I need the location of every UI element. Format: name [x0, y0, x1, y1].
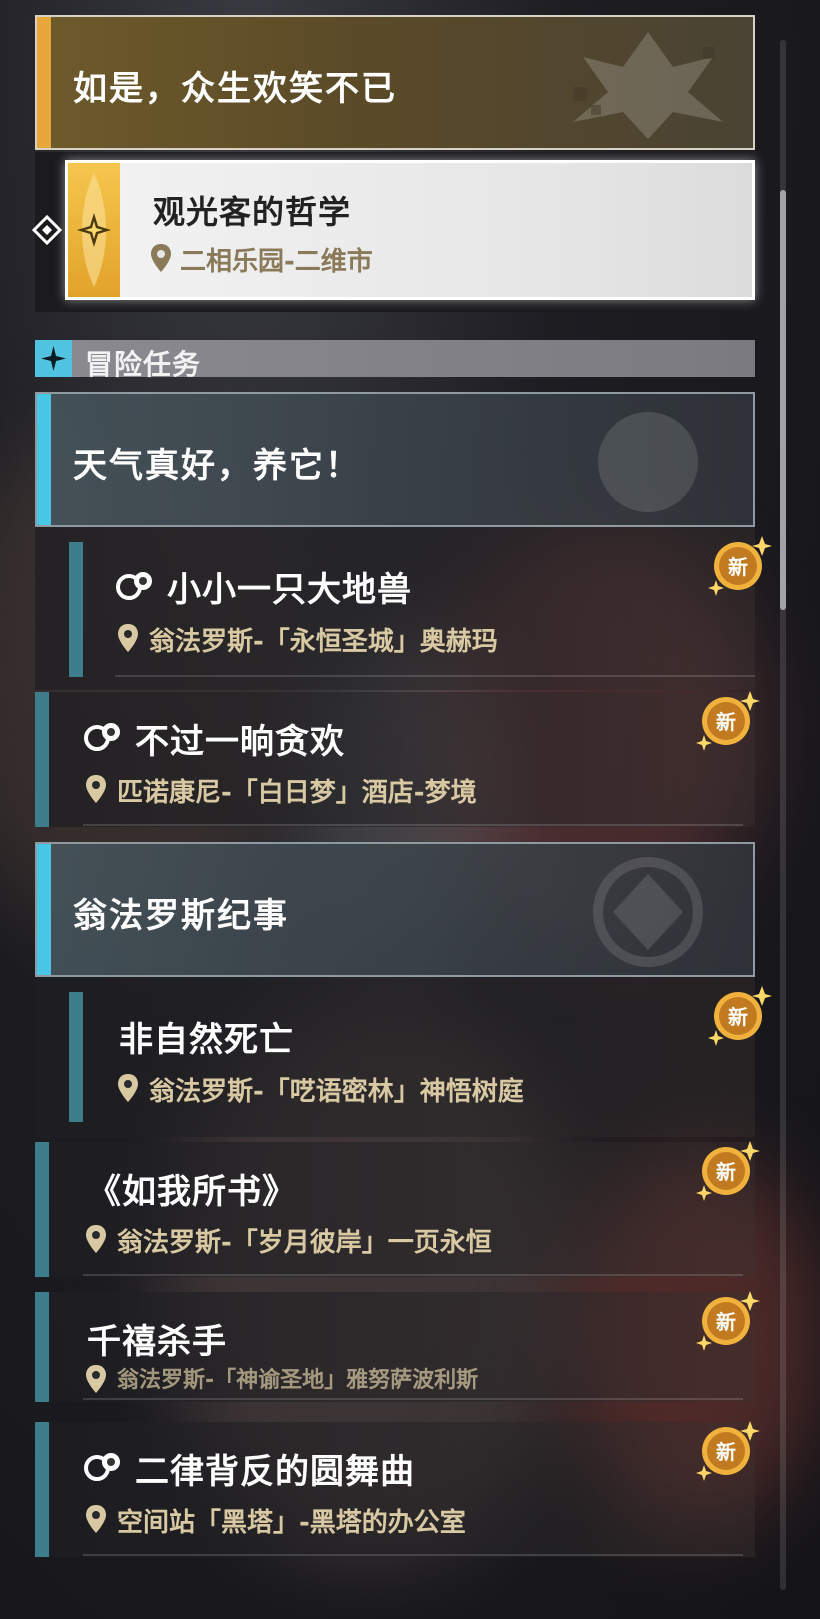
divider — [115, 675, 755, 677]
new-badge-icon: 新 — [708, 986, 772, 1046]
location-pin-icon — [86, 775, 106, 803]
quest-accent-bar — [35, 1422, 49, 1557]
gold-accent-bar — [37, 17, 51, 148]
category-header[interactable]: 天气真好，养它！ — [35, 392, 755, 527]
quest-item[interactable]: 不过一晌贪欢 匹诺康尼-「白日梦」酒店-梦境 — [35, 692, 755, 827]
selected-quest-title: 观光客的哲学 — [153, 193, 352, 231]
quest-accent-bar — [69, 992, 83, 1122]
four-point-star-icon — [41, 346, 66, 371]
category-header[interactable]: 翁法罗斯纪事 — [35, 842, 755, 977]
badge-label: 新 — [716, 710, 736, 734]
cyan-accent-bar — [37, 844, 51, 975]
quest-item[interactable]: 二律背反的圆舞曲 空间站「黑塔」-黑塔的办公室 — [35, 1422, 755, 1557]
badge-label: 新 — [716, 1310, 736, 1334]
quest-location: 翁法罗斯-「永恒圣城」奥赫玛 — [149, 627, 498, 657]
selection-pointer-icon — [31, 214, 63, 246]
quest-accent-bar — [35, 1142, 49, 1277]
selected-quest-row[interactable]: 观光客的哲学 二相乐园-二维市 — [31, 152, 755, 312]
trailblaze-icon — [84, 1453, 120, 1481]
quest-title: 《如我所书》 — [87, 1172, 297, 1212]
quest-location: 翁法罗斯-「呓语密林」神悟树庭 — [149, 1077, 524, 1107]
location-pin-icon — [118, 624, 138, 652]
quest-item[interactable]: 千禧杀手 翁法罗斯-「神谕圣地」雅努萨波利斯 — [35, 1292, 755, 1402]
divider — [83, 1398, 743, 1400]
quest-accent-bar — [35, 692, 49, 827]
section-label: 冒险任务 — [85, 348, 202, 381]
scrollbar-thumb[interactable] — [780, 190, 786, 610]
section-icon-box — [35, 340, 72, 377]
quest-item[interactable]: 小小一只大地兽 翁法罗斯-「永恒圣城」奥赫玛 — [35, 527, 755, 690]
new-badge-icon: 新 — [696, 1291, 760, 1351]
current-group-header[interactable]: 如是，众生欢笑不已 — [35, 15, 755, 150]
category-title: 翁法罗斯纪事 — [73, 896, 289, 936]
section-header-adventure: 冒险任务 — [35, 340, 755, 381]
emblem-icon — [598, 412, 698, 512]
quest-item[interactable]: 《如我所书》 翁法罗斯-「岁月彼岸」一页永恒 — [35, 1142, 755, 1277]
quest-title: 不过一晌贪欢 — [135, 722, 345, 762]
quest-location: 匹诺康尼-「白日梦」酒店-梦境 — [117, 778, 477, 808]
quest-accent-bar — [35, 1292, 49, 1402]
badge-label: 新 — [716, 1160, 736, 1184]
group-title: 如是，众生欢笑不已 — [73, 69, 397, 109]
location-pin-icon — [86, 1225, 106, 1253]
cyan-accent-bar — [37, 394, 51, 525]
badge-label: 新 — [728, 555, 748, 579]
emblem-icon — [573, 32, 723, 139]
trailblaze-icon — [84, 723, 120, 751]
divider — [83, 1274, 743, 1276]
quest-location: 翁法罗斯-「岁月彼岸」一页永恒 — [117, 1228, 492, 1258]
location-pin-icon — [86, 1505, 106, 1533]
new-badge-icon: 新 — [696, 691, 760, 751]
quest-location: 空间站「黑塔」-黑塔的办公室 — [117, 1508, 466, 1538]
quest-item[interactable]: 非自然死亡 翁法罗斯-「呓语密林」神悟树庭 — [35, 977, 755, 1137]
divider — [83, 824, 743, 826]
divider — [83, 1554, 743, 1556]
location-pin-icon — [86, 1365, 106, 1393]
golden-star-icon — [77, 173, 111, 287]
category-title: 天气真好，养它！ — [73, 446, 361, 486]
emblem-icon — [593, 857, 703, 967]
scrollbar[interactable] — [780, 40, 786, 1590]
location-pin-icon — [118, 1074, 138, 1102]
badge-label: 新 — [728, 1005, 748, 1029]
new-badge-icon: 新 — [696, 1421, 760, 1481]
selected-quest-location: 二相乐园-二维市 — [180, 247, 373, 277]
quest-title: 小小一只大地兽 — [167, 570, 412, 610]
location-pin-icon — [151, 244, 171, 272]
quest-title: 非自然死亡 — [119, 1020, 294, 1060]
badge-label: 新 — [716, 1440, 736, 1464]
new-badge-icon: 新 — [696, 1141, 760, 1201]
quest-title: 二律背反的圆舞曲 — [135, 1452, 415, 1492]
new-badge-icon: 新 — [708, 536, 772, 596]
quest-type-strip — [68, 163, 120, 297]
quest-location: 翁法罗斯-「神谕圣地」雅努萨波利斯 — [117, 1368, 479, 1393]
trailblaze-icon — [116, 572, 152, 600]
quest-title: 千禧杀手 — [87, 1322, 227, 1362]
quest-accent-bar — [69, 542, 83, 677]
selected-quest-card[interactable]: 观光客的哲学 二相乐园-二维市 — [31, 160, 755, 300]
